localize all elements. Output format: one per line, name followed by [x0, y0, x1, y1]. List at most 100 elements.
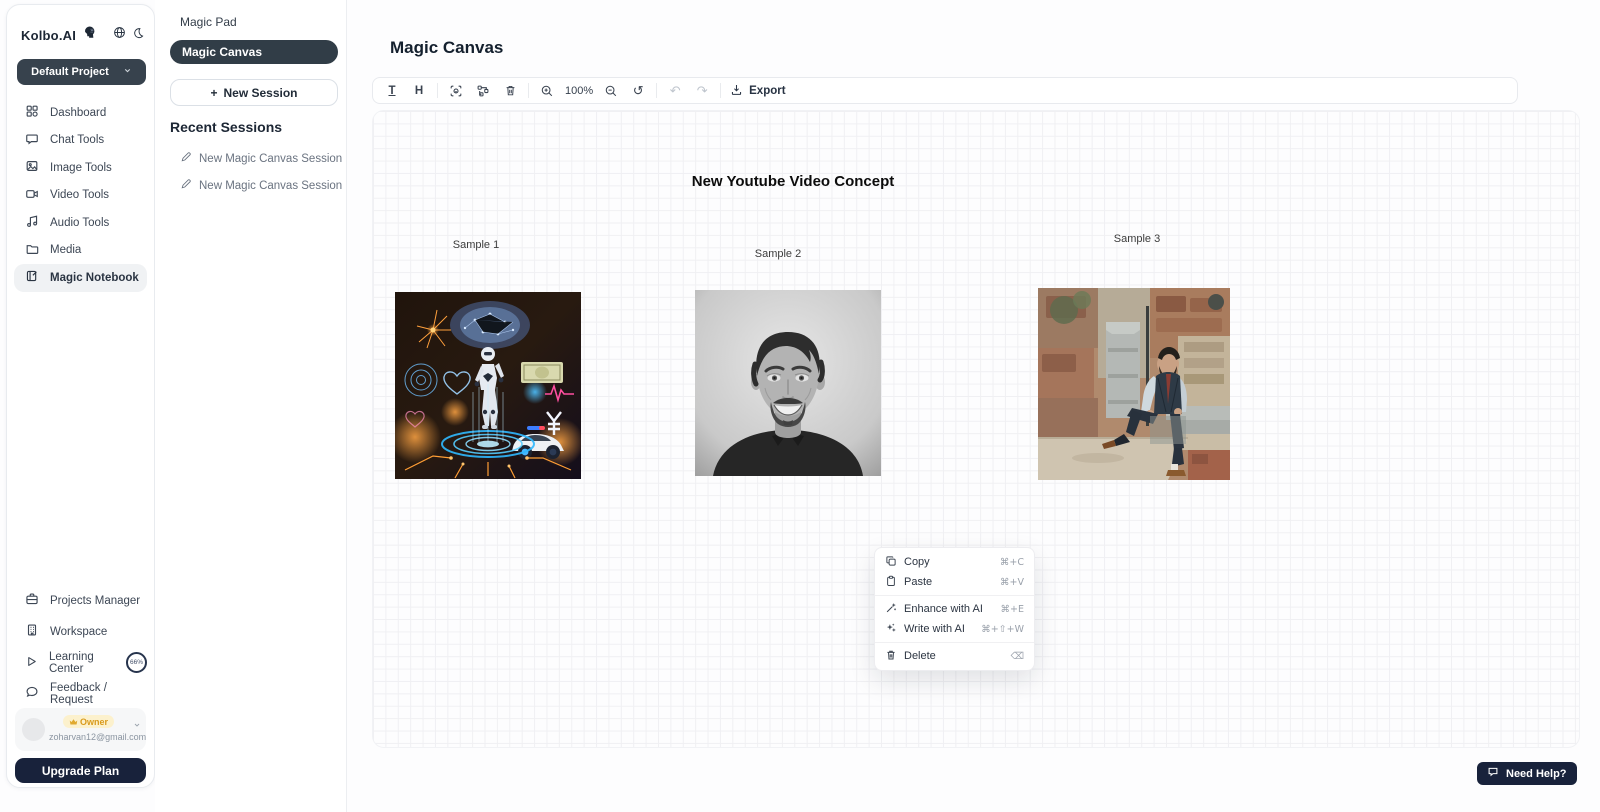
sidebar-item-feedback[interactable]: Feedback / Request — [14, 678, 147, 709]
avatar — [22, 718, 45, 741]
sample-1-image[interactable] — [395, 292, 581, 479]
menu-item-paste[interactable]: Paste ⌘+V — [875, 572, 1034, 592]
zoom-in-icon[interactable] — [538, 82, 556, 100]
sample-2-label[interactable]: Sample 2 — [733, 248, 823, 260]
menu-shortcut: ⌘+E — [1001, 604, 1024, 615]
sidebar-item-label: Learning Center — [49, 651, 113, 675]
sidebar: Kolbo.AI Default Project Dashboard — [6, 4, 155, 788]
audio-icon — [25, 214, 39, 231]
workflow-nodes-icon[interactable] — [474, 82, 492, 100]
menu-item-delete[interactable]: Delete ⌫ — [875, 646, 1034, 666]
menu-item-enhance-with-ai[interactable]: Enhance with AI ⌘+E — [875, 599, 1034, 619]
tab-magic-pad[interactable]: Magic Pad — [180, 15, 237, 29]
wand-icon — [885, 602, 897, 617]
plus-icon: + — [210, 86, 217, 100]
menu-divider — [875, 595, 1034, 596]
capture-frame-icon[interactable] — [447, 82, 465, 100]
undo-icon[interactable]: ↶ — [666, 82, 684, 100]
download-icon — [730, 83, 743, 99]
sidebar-item-workspace[interactable]: Workspace — [14, 616, 147, 647]
canvas-toolbar: T H 100% ↺ ↶ ↷ Export — [372, 77, 1518, 104]
export-button[interactable]: Export — [730, 83, 785, 99]
project-selector[interactable]: Default Project — [17, 59, 146, 85]
sidebar-item-chat-tools[interactable]: Chat Tools — [14, 127, 147, 155]
sample-3-label[interactable]: Sample 3 — [1092, 233, 1182, 245]
zoom-out-icon[interactable] — [602, 82, 620, 100]
notebook-icon — [25, 269, 39, 286]
menu-item-label: Delete — [904, 650, 936, 662]
sidebar-item-audio-tools[interactable]: Audio Tools — [14, 209, 147, 237]
heading-tool-button[interactable]: H — [410, 82, 428, 100]
sidebar-item-label: Audio Tools — [50, 217, 109, 229]
learning-progress-value: 66% — [130, 659, 143, 666]
user-email: zoharvan12@gmail.com — [49, 732, 138, 742]
video-icon — [25, 187, 39, 204]
crown-icon — [69, 718, 78, 726]
sidebar-item-label: Workspace — [50, 626, 107, 638]
menu-shortcut: ⌘+⇧+W — [981, 624, 1024, 635]
play-icon — [25, 655, 38, 671]
pencil-icon — [180, 178, 192, 193]
sidebar-item-image-tools[interactable]: Image Tools — [14, 154, 147, 182]
sidebar-item-label: Feedback / Request — [50, 682, 147, 706]
menu-item-copy[interactable]: Copy ⌘+C — [875, 552, 1034, 572]
recent-sessions-heading: Recent Sessions — [170, 119, 282, 135]
sidebar-item-label: Chat Tools — [50, 134, 104, 146]
session-item-label: New Magic Canvas Session — [199, 180, 342, 192]
sparkle-pen-icon — [885, 622, 897, 637]
pencil-icon — [180, 151, 192, 166]
delete-tool-icon[interactable] — [501, 82, 519, 100]
reset-rotation-icon[interactable]: ↺ — [629, 82, 647, 100]
session-panel: Magic Pad Magic Canvas + New Session Rec… — [155, 0, 347, 812]
sample-2-image[interactable] — [695, 290, 881, 476]
tab-magic-canvas[interactable]: Magic Canvas — [170, 40, 338, 64]
menu-shortcut: ⌘+C — [1000, 557, 1024, 568]
sidebar-item-projects-manager[interactable]: Projects Manager — [14, 585, 147, 616]
session-item[interactable]: New Magic Canvas Session — [180, 151, 342, 166]
menu-item-label: Copy — [904, 556, 930, 568]
need-help-label: Need Help? — [1506, 768, 1567, 780]
sidebar-item-magic-notebook[interactable]: Magic Notebook — [14, 264, 147, 292]
help-chat-icon — [1487, 766, 1499, 781]
toolbar-divider — [528, 83, 529, 98]
menu-item-write-with-ai[interactable]: Write with AI ⌘+⇧+W — [875, 619, 1034, 639]
user-card[interactable]: Owner zoharvan12@gmail.com — [15, 708, 146, 751]
menu-item-label: Paste — [904, 576, 932, 588]
redo-icon[interactable]: ↷ — [693, 82, 711, 100]
trash-icon — [885, 649, 897, 664]
chat-icon — [25, 132, 39, 149]
sidebar-item-label: Media — [50, 244, 81, 256]
paste-icon — [885, 575, 897, 590]
canvas-title-text[interactable]: New Youtube Video Concept — [643, 173, 943, 190]
owner-badge: Owner — [63, 715, 114, 728]
new-session-button[interactable]: + New Session — [170, 79, 338, 106]
app-root: Kolbo.AI Default Project Dashboard — [0, 0, 1600, 812]
sidebar-footer-nav: Projects Manager Workspace Learning Cent… — [14, 585, 147, 709]
sample-3-image[interactable] — [1038, 288, 1230, 480]
upgrade-plan-button[interactable]: Upgrade Plan — [15, 758, 146, 783]
image-icon — [25, 159, 39, 176]
sidebar-nav: Dashboard Chat Tools Image Tools Video T… — [14, 99, 147, 292]
text-tool-button[interactable]: T — [383, 82, 401, 100]
menu-item-label: Write with AI — [904, 623, 965, 635]
copy-icon — [885, 555, 897, 570]
folder-icon — [25, 242, 39, 259]
speech-bubble-icon — [25, 685, 39, 702]
page-title: Magic Canvas — [390, 38, 503, 58]
sample-1-label[interactable]: Sample 1 — [431, 239, 521, 251]
sidebar-item-dashboard[interactable]: Dashboard — [14, 99, 147, 127]
menu-shortcut: ⌘+V — [1000, 577, 1024, 588]
logo-head-icon — [82, 25, 97, 45]
logo-row: Kolbo.AI — [21, 25, 144, 45]
need-help-button[interactable]: Need Help? — [1477, 762, 1577, 785]
sidebar-item-media[interactable]: Media — [14, 237, 147, 265]
export-label: Export — [749, 85, 785, 97]
sidebar-item-label: Image Tools — [50, 162, 112, 174]
sidebar-item-video-tools[interactable]: Video Tools — [14, 182, 147, 210]
app-logo: Kolbo.AI — [21, 28, 76, 43]
project-selector-label: Default Project — [31, 66, 109, 78]
sidebar-item-learning-center[interactable]: Learning Center 66% — [14, 647, 147, 678]
dark-mode-moon-icon[interactable] — [132, 26, 144, 44]
session-item[interactable]: New Magic Canvas Session — [180, 178, 342, 193]
language-globe-icon[interactable] — [113, 26, 126, 44]
